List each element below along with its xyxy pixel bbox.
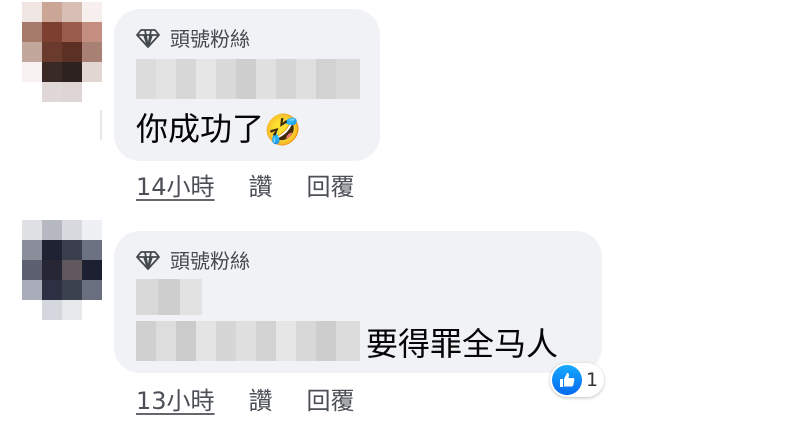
comment-text: 要得罪全马人 bbox=[366, 325, 559, 363]
blurred-text bbox=[136, 321, 360, 361]
like-action[interactable]: 讚 bbox=[249, 167, 273, 202]
reaction-count: 1 bbox=[586, 369, 599, 391]
badge-label: 頭號粉絲 bbox=[170, 249, 250, 273]
reply-action[interactable]: 回覆 bbox=[307, 381, 355, 416]
diamond-icon bbox=[136, 250, 160, 270]
thumbs-up-icon bbox=[552, 365, 582, 395]
comment-text-value: 你成功了 bbox=[136, 110, 265, 148]
thread-line bbox=[100, 110, 102, 140]
comment-actions: 13小時 讚 回覆 bbox=[136, 381, 355, 416]
diamond-icon bbox=[136, 28, 160, 48]
like-action[interactable]: 讚 bbox=[249, 381, 273, 416]
avatar[interactable] bbox=[22, 2, 102, 102]
comment-1: 頭號粉絲 你成功了🤣 14小時 讚 回覆 bbox=[0, 0, 800, 205]
rolling-on-floor-laughing-emoji: 🤣 bbox=[264, 113, 302, 148]
top-fan-badge[interactable]: 頭號粉絲 bbox=[136, 23, 250, 52]
reaction-summary[interactable]: 1 bbox=[550, 363, 605, 397]
comment-text: 你成功了🤣 bbox=[136, 104, 301, 150]
comment-bubble: 頭號粉絲 要得罪全马人 bbox=[114, 231, 602, 373]
comment-bubble: 頭號粉絲 你成功了🤣 bbox=[114, 9, 380, 161]
timestamp-link[interactable]: 13小時 bbox=[136, 381, 215, 416]
reply-action[interactable]: 回覆 bbox=[307, 167, 355, 202]
timestamp-link[interactable]: 14小時 bbox=[136, 167, 215, 202]
avatar[interactable] bbox=[22, 220, 102, 320]
comment-2: 頭號粉絲 要得罪全马人 1 13小時 讚 回覆 bbox=[0, 205, 800, 421]
blurred-author-name[interactable] bbox=[136, 59, 360, 99]
blurred-author-name[interactable] bbox=[136, 279, 202, 315]
badge-label: 頭號粉絲 bbox=[170, 27, 250, 51]
top-fan-badge[interactable]: 頭號粉絲 bbox=[136, 245, 250, 274]
comment-actions: 14小時 讚 回覆 bbox=[136, 167, 355, 202]
